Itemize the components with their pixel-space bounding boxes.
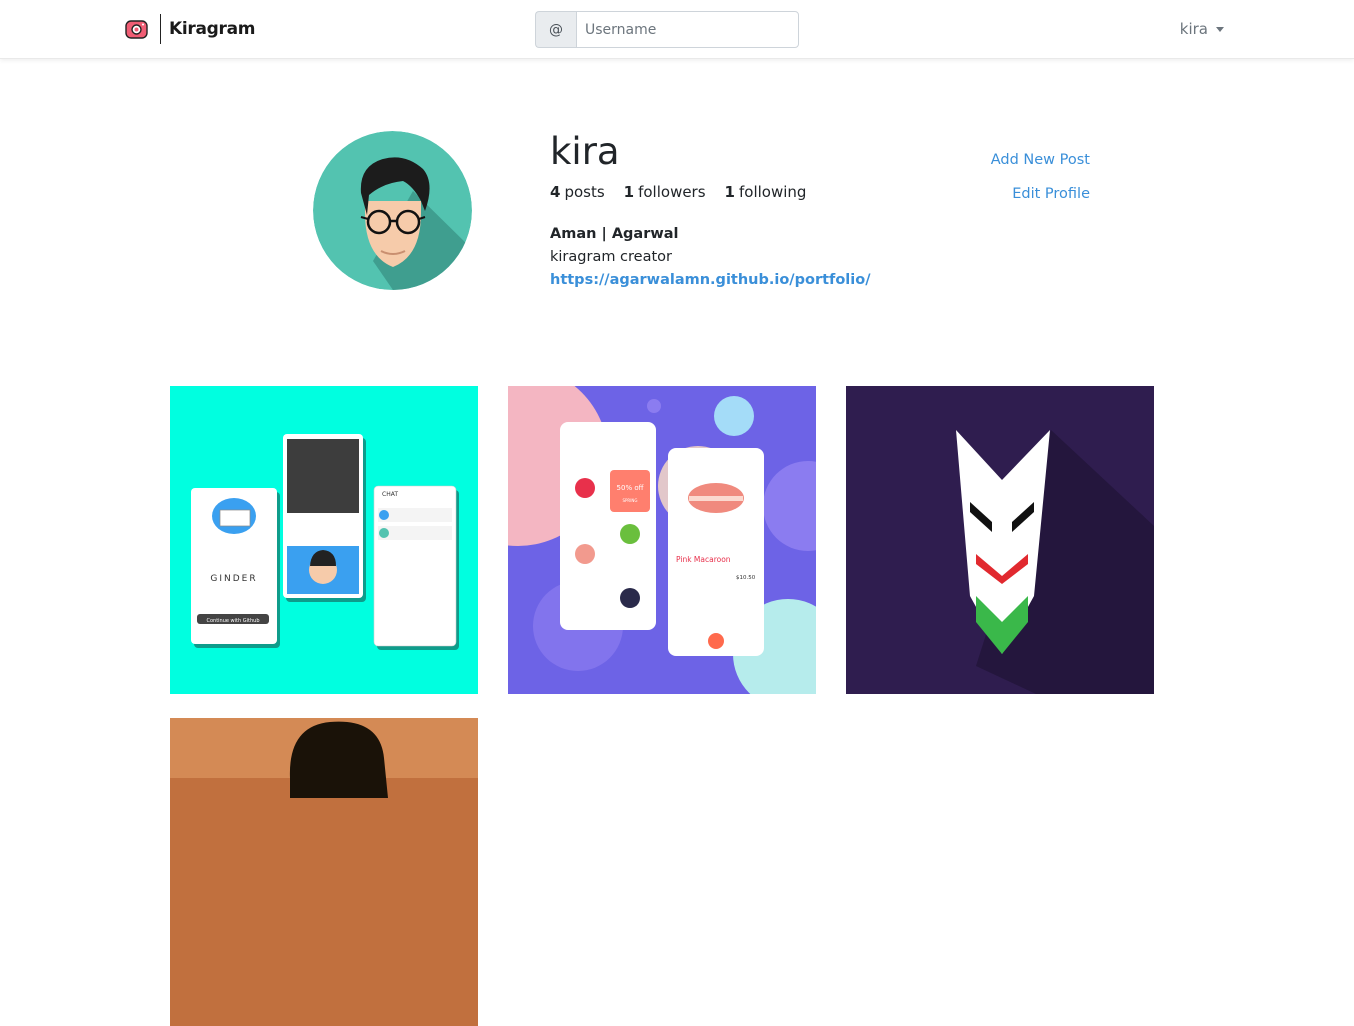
- posts-count: 4 posts: [550, 183, 605, 201]
- svg-text:$10.50: $10.50: [736, 575, 756, 581]
- add-new-post-link[interactable]: Add New Post: [991, 151, 1090, 169]
- following-count[interactable]: 1 following: [725, 183, 807, 201]
- top-navbar: Kiragram @ kira: [0, 0, 1354, 59]
- profile-full-name: Aman | Agarwal: [550, 226, 679, 242]
- post-grocery-app[interactable]: 50% off SPRING Pink Macaroon $10.50: [508, 386, 816, 694]
- edit-profile-link[interactable]: Edit Profile: [991, 185, 1090, 203]
- profile-avatar: [313, 131, 472, 290]
- profile-website-link[interactable]: https://agarwalamn.github.io/portfolio/: [550, 269, 871, 292]
- username-search-input[interactable]: [576, 11, 799, 48]
- brand-divider: [160, 14, 161, 44]
- svg-text:50% off: 50% off: [617, 484, 644, 492]
- svg-text:Pink Macaroon: Pink Macaroon: [676, 555, 731, 564]
- user-search: @: [535, 11, 799, 48]
- camera-icon: [125, 17, 149, 41]
- brand[interactable]: Kiragram: [125, 13, 256, 45]
- svg-text:Continue with Github: Continue with Github: [206, 618, 259, 624]
- profile-actions: Add New Post Edit Profile: [991, 151, 1090, 219]
- user-menu-label: kira: [1179, 20, 1208, 38]
- user-menu-dropdown[interactable]: kira: [1180, 20, 1224, 38]
- profile-bio: kiragram creator: [550, 249, 672, 265]
- svg-text:SPRING: SPRING: [622, 498, 637, 503]
- post-portrait[interactable]: [170, 718, 478, 1026]
- brand-name: Kiragram: [169, 19, 256, 39]
- post-ginder[interactable]: GINDER Continue with Github CHAT: [170, 386, 478, 694]
- followers-count[interactable]: 1 followers: [624, 183, 706, 201]
- post-mask-logo[interactable]: [846, 386, 1154, 694]
- chat-label: CHAT: [382, 491, 398, 498]
- ginder-title: GINDER: [210, 574, 257, 584]
- caret-down-icon: [1216, 26, 1224, 32]
- at-sign-addon: @: [535, 11, 576, 48]
